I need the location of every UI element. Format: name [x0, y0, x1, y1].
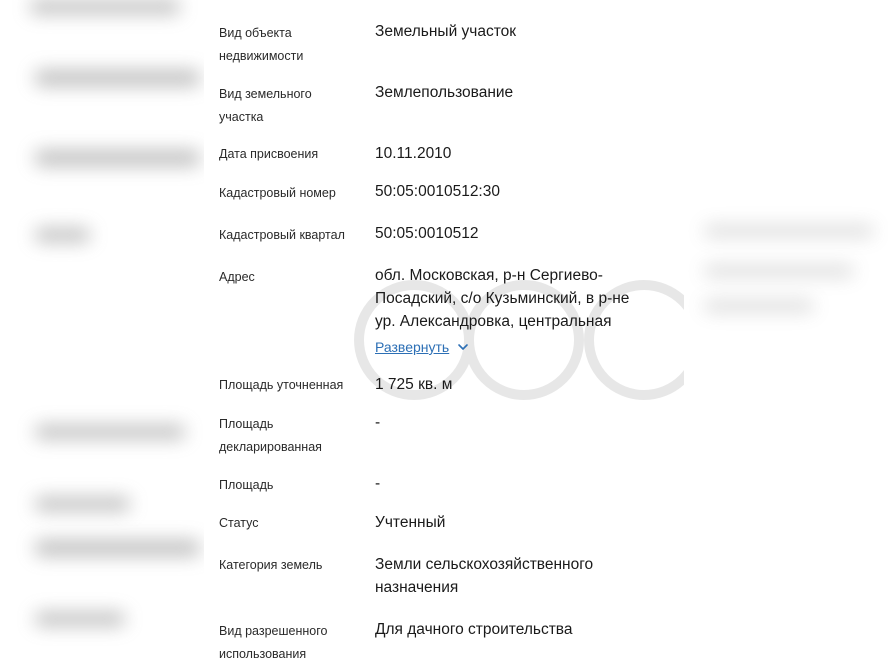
land-type-label: Вид земельного участка	[219, 87, 312, 124]
address-expand-link[interactable]: Развернуть	[375, 337, 469, 357]
blurred-right-panel	[684, 0, 888, 666]
address-expand-label[interactable]: Развернуть	[375, 337, 449, 357]
area-refined-label: Площадь уточненная	[219, 378, 344, 392]
land-category-label: Категория земель	[219, 558, 323, 572]
property-details-card: Вид объекта недвижимости Земельный участ…	[204, 0, 684, 666]
area-value: -	[375, 475, 381, 492]
status-label: Статус	[219, 516, 259, 530]
cadastral-number-label: Кадастровый номер	[219, 186, 336, 200]
cadastral-block-label: Кадастровый квартал	[219, 228, 345, 242]
address-label: Адрес	[219, 270, 255, 284]
object-type-label: Вид объекта недвижимости	[219, 26, 304, 63]
area-declared-label: Площадь декларированная	[219, 417, 322, 454]
address-line-2: Посадский, с/о Кузьминский, в р-не	[375, 290, 630, 307]
blurred-left-panel	[0, 0, 204, 666]
cadastral-block-value: 50:05:0010512	[375, 225, 479, 242]
land-type-value: Землепользование	[375, 84, 514, 101]
page: Вид объекта недвижимости Земельный участ…	[0, 0, 888, 666]
permitted-use-label: Вид разрешенного использования	[219, 624, 328, 661]
area-refined-value: 1 725 кв. м	[375, 376, 453, 393]
land-category-value-line-1: Земли сельскохозяйственного	[375, 556, 594, 573]
chevron-down-icon[interactable]	[457, 341, 469, 353]
assign-date-value: 10.11.2010	[375, 145, 452, 162]
permitted-use-value: Для дачного строительства	[375, 621, 573, 638]
area-label: Площадь	[219, 478, 274, 492]
status-value: Учтенный	[375, 514, 446, 531]
assign-date-label: Дата присвоения	[219, 147, 319, 161]
object-type-value: Земельный участок	[375, 23, 517, 40]
address-line-3: ур. Александровка, центральная	[375, 313, 612, 330]
address-line-1: обл. Московская, р-н Сергиево-	[375, 267, 603, 284]
land-category-value-line-2: назначения	[375, 579, 459, 596]
area-declared-value: -	[375, 414, 381, 431]
cadastral-number-value: 50:05:0010512:30	[375, 183, 500, 200]
